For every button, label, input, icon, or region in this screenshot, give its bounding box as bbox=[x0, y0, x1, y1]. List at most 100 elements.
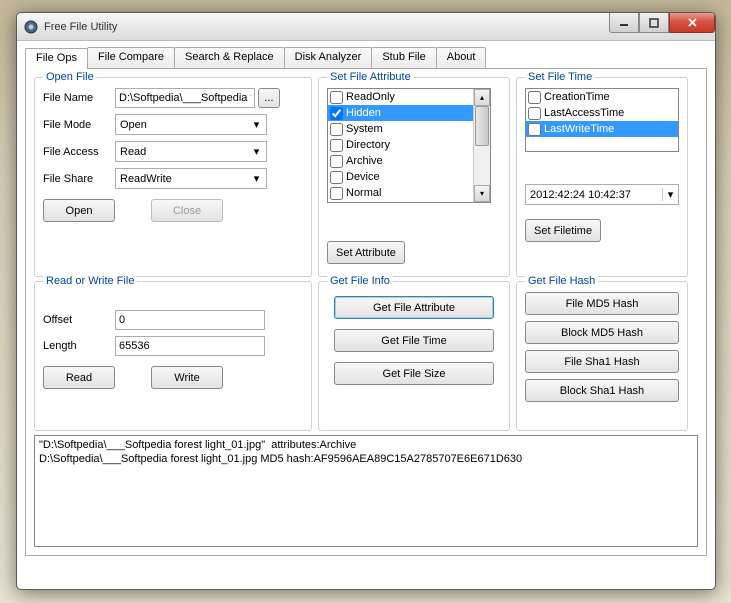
write-button[interactable]: Write bbox=[151, 366, 223, 389]
close-button[interactable] bbox=[669, 13, 715, 33]
chevron-down-icon: ▾ bbox=[249, 172, 264, 185]
scroll-track[interactable] bbox=[474, 106, 490, 185]
time-item-lastwritetime[interactable]: LastWriteTime bbox=[526, 121, 678, 137]
open-button[interactable]: Open bbox=[43, 199, 115, 222]
chevron-down-icon: ▾ bbox=[662, 188, 678, 201]
attr-checkbox[interactable] bbox=[330, 139, 343, 152]
attr-checkbox[interactable] bbox=[330, 187, 343, 200]
content-area: File Ops File Compare Search & Replace D… bbox=[17, 41, 715, 562]
block-sha1-button[interactable]: Block Sha1 Hash bbox=[525, 379, 679, 402]
attr-item-normal[interactable]: Normal bbox=[328, 185, 473, 201]
tab-file-compare[interactable]: File Compare bbox=[87, 47, 175, 68]
scroll-down-button[interactable]: ▾ bbox=[474, 185, 490, 202]
time-checkbox[interactable] bbox=[528, 123, 541, 136]
time-label: LastAccessTime bbox=[544, 107, 624, 119]
attr-checkbox[interactable] bbox=[330, 155, 343, 168]
minimize-button[interactable] bbox=[609, 13, 639, 33]
time-checkbox[interactable] bbox=[528, 107, 541, 120]
attr-item-device[interactable]: Device bbox=[328, 169, 473, 185]
file-share-combo[interactable]: ReadWrite ▾ bbox=[115, 168, 267, 189]
attr-label: System bbox=[346, 123, 383, 135]
time-checkbox[interactable] bbox=[528, 91, 541, 104]
close-file-button[interactable]: Close bbox=[151, 199, 223, 222]
attr-checkbox[interactable] bbox=[330, 171, 343, 184]
group-legend: Get File Info bbox=[327, 275, 393, 287]
file-name-input[interactable] bbox=[115, 88, 255, 108]
maximize-button[interactable] bbox=[639, 13, 669, 33]
attr-label: Device bbox=[346, 171, 380, 183]
read-button[interactable]: Read bbox=[43, 366, 115, 389]
group-set-attribute: Set File Attribute ReadOnlyHiddenSystemD… bbox=[318, 77, 510, 277]
length-input[interactable] bbox=[115, 336, 265, 356]
set-attribute-button[interactable]: Set Attribute bbox=[327, 241, 405, 264]
group-legend: Open File bbox=[43, 71, 97, 83]
window-buttons bbox=[609, 13, 715, 33]
file-sha1-button[interactable]: File Sha1 Hash bbox=[525, 350, 679, 373]
group-get-hash: Get File Hash File MD5 Hash Block MD5 Ha… bbox=[516, 281, 688, 431]
time-item-creationtime[interactable]: CreationTime bbox=[526, 89, 678, 105]
group-get-info: Get File Info Get File Attribute Get Fil… bbox=[318, 281, 510, 431]
tab-body: Open File File Name ... File Mode Open▾ … bbox=[25, 69, 707, 556]
get-file-size-button[interactable]: Get File Size bbox=[334, 362, 494, 385]
label-length: Length bbox=[43, 340, 115, 352]
datetime-value: 2012:42:24 10:42:37 bbox=[530, 189, 631, 201]
chevron-down-icon: ▾ bbox=[249, 118, 264, 131]
attr-item-directory[interactable]: Directory bbox=[328, 137, 473, 153]
attr-label: Directory bbox=[346, 139, 390, 151]
tab-about[interactable]: About bbox=[436, 47, 487, 68]
attr-checkbox[interactable] bbox=[330, 107, 343, 120]
tab-disk-analyzer[interactable]: Disk Analyzer bbox=[284, 47, 373, 68]
attr-checkbox[interactable] bbox=[330, 91, 343, 104]
tab-file-ops[interactable]: File Ops bbox=[25, 48, 88, 69]
set-filetime-button[interactable]: Set Filetime bbox=[525, 219, 601, 242]
label-file-mode: File Mode bbox=[43, 119, 115, 131]
scroll-up-button[interactable]: ▴ bbox=[474, 89, 490, 106]
time-listbox[interactable]: CreationTime LastAccessTime LastWriteTime bbox=[525, 88, 679, 152]
label-file-access: File Access bbox=[43, 146, 115, 158]
combo-value: ReadWrite bbox=[120, 173, 172, 185]
attribute-listbox[interactable]: ReadOnly Hidden System Directory Archive Devi… bbox=[327, 88, 491, 203]
titlebar[interactable]: Free File Utility bbox=[17, 13, 715, 41]
group-legend: Set File Time bbox=[525, 71, 595, 83]
attr-checkbox[interactable] bbox=[330, 123, 343, 136]
attr-label: Normal bbox=[346, 187, 381, 199]
file-md5-button[interactable]: File MD5 Hash bbox=[525, 292, 679, 315]
attr-item-hidden[interactable]: Hidden bbox=[328, 105, 473, 121]
window: Free File Utility File Ops File Compare … bbox=[16, 12, 716, 590]
tab-search-replace[interactable]: Search & Replace bbox=[174, 47, 285, 68]
get-file-time-button[interactable]: Get File Time bbox=[334, 329, 494, 352]
time-item-lastaccesstime[interactable]: LastAccessTime bbox=[526, 105, 678, 121]
label-offset: Offset bbox=[43, 314, 115, 326]
attr-label: Archive bbox=[346, 155, 383, 167]
attr-item-system[interactable]: System bbox=[328, 121, 473, 137]
file-access-combo[interactable]: Read ▾ bbox=[115, 141, 267, 162]
tab-stub-file[interactable]: Stub File bbox=[371, 47, 436, 68]
label-file-name: File Name bbox=[43, 92, 115, 104]
group-legend: Read or Write File bbox=[43, 275, 137, 287]
attr-item-archive[interactable]: Archive bbox=[328, 153, 473, 169]
attr-label: Hidden bbox=[346, 107, 381, 119]
scroll-thumb[interactable] bbox=[475, 106, 489, 146]
attr-label: ReadOnly bbox=[346, 91, 395, 103]
window-title: Free File Utility bbox=[44, 21, 117, 33]
output-textbox[interactable]: "D:\Softpedia\___Softpedia forest light_… bbox=[34, 435, 698, 547]
datetime-picker[interactable]: 2012:42:24 10:42:37 ▾ bbox=[525, 184, 679, 205]
attr-item-readonly[interactable]: ReadOnly bbox=[328, 89, 473, 105]
group-legend: Set File Attribute bbox=[327, 71, 414, 83]
browse-button[interactable]: ... bbox=[258, 88, 280, 108]
group-legend: Get File Hash bbox=[525, 275, 598, 287]
group-set-time: Set File Time CreationTimeLastAccessTime… bbox=[516, 77, 688, 277]
time-label: LastWriteTime bbox=[544, 123, 614, 135]
app-icon bbox=[23, 19, 39, 35]
chevron-down-icon: ▾ bbox=[249, 145, 264, 158]
combo-value: Open bbox=[120, 119, 147, 131]
file-mode-combo[interactable]: Open ▾ bbox=[115, 114, 267, 135]
offset-input[interactable] bbox=[115, 310, 265, 330]
combo-value: Read bbox=[120, 146, 146, 158]
scrollbar[interactable]: ▴ ▾ bbox=[473, 89, 490, 202]
group-open-file: Open File File Name ... File Mode Open▾ … bbox=[34, 77, 312, 277]
group-read-write: Read or Write File Offset Length Read Wr… bbox=[34, 281, 312, 431]
get-file-attribute-button[interactable]: Get File Attribute bbox=[334, 296, 494, 319]
block-md5-button[interactable]: Block MD5 Hash bbox=[525, 321, 679, 344]
label-file-share: File Share bbox=[43, 173, 115, 185]
